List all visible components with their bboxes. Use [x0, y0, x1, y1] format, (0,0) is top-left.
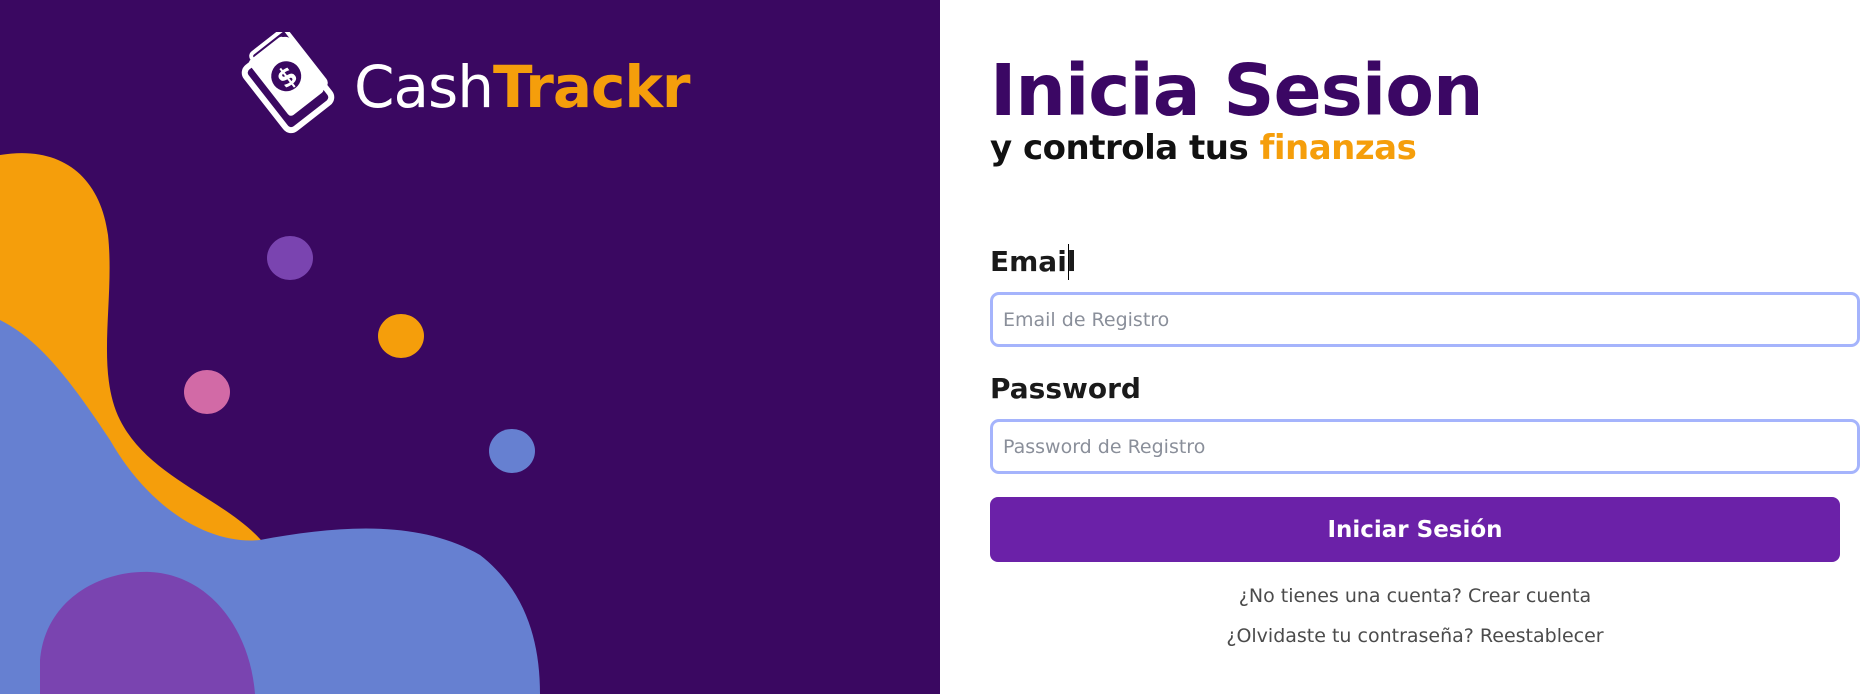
logo: $ CashTrackr: [238, 27, 691, 142]
subtitle-accent: finanzas: [1259, 128, 1417, 168]
branding-panel: $ CashTrackr: [0, 0, 940, 694]
logo-trackr-text: Trackr: [493, 53, 690, 121]
purple-dot: [267, 236, 313, 280]
blue-dot: [489, 429, 535, 473]
money-wallet-icon: $: [238, 27, 338, 142]
orange-dot: [378, 314, 424, 358]
login-button[interactable]: Iniciar Sesión: [990, 497, 1840, 562]
register-link[interactable]: ¿No tienes una cuenta? Crear cuenta: [990, 585, 1840, 607]
pink-dot: [184, 370, 230, 414]
login-panel: Inicia Sesion y controla tus finanzas Em…: [940, 0, 1871, 694]
email-label: Email: [990, 245, 1077, 278]
password-label: Password: [990, 372, 1141, 405]
logo-cash-text: Cash: [354, 53, 494, 121]
email-field[interactable]: [990, 292, 1860, 347]
logo-wordmark: CashTrackr: [354, 58, 691, 116]
forgot-password-link[interactable]: ¿Olvidaste tu contraseña? Reestablecer: [990, 625, 1840, 647]
password-field[interactable]: [990, 419, 1860, 474]
page-title: Inicia Sesion: [990, 49, 1484, 132]
text-cursor: [1068, 244, 1069, 280]
subtitle-prefix: y controla tus: [990, 128, 1260, 168]
page-subtitle: y controla tus finanzas: [990, 128, 1417, 168]
